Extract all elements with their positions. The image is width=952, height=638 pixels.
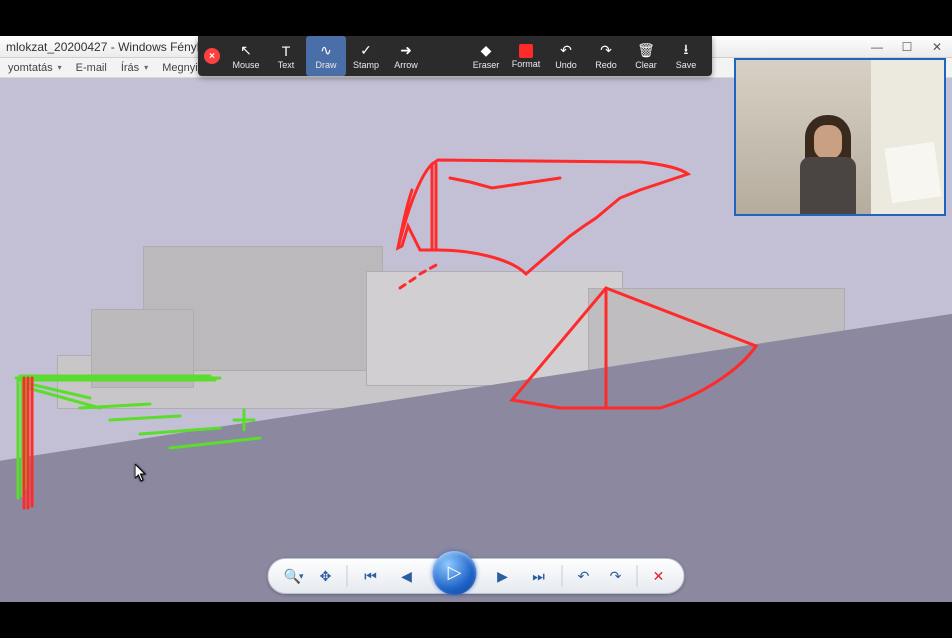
anno-clear-label: Clear xyxy=(635,60,657,70)
separator xyxy=(637,565,638,587)
annotation-close-button[interactable]: × xyxy=(204,48,220,64)
anno-clear-button[interactable]: 🗑Clear xyxy=(626,36,666,76)
prev-button[interactable]: ◀ xyxy=(394,565,420,587)
anno-redo-label: Redo xyxy=(595,60,617,70)
anno-undo-icon: ↶ xyxy=(558,43,574,59)
delete-button[interactable]: ✕ xyxy=(648,565,670,587)
separator xyxy=(347,565,348,587)
anno-stamp-icon: ✓ xyxy=(358,43,374,59)
anno-arrow-button[interactable]: ➜Arrow xyxy=(386,36,426,76)
fit-button[interactable]: ✥ xyxy=(315,565,337,587)
anno-text-label: Text xyxy=(278,60,295,70)
letterbox-bottom xyxy=(0,602,952,638)
anno-eraser-icon: ◆ xyxy=(478,43,494,59)
photo-viewer-controls: 🔍▾ ✥ ⏮ ◀ ▷ ▶ ⏭ ↶ ↷ ✕ xyxy=(268,558,685,594)
menu-write[interactable]: Írás xyxy=(121,62,148,74)
anno-text-button[interactable]: TText xyxy=(266,36,306,76)
anno-spot-button[interactable] xyxy=(426,36,466,76)
anno-redo-button[interactable]: ↷Redo xyxy=(586,36,626,76)
anno-spot-icon xyxy=(438,48,454,64)
close-button[interactable]: ✕ xyxy=(922,36,952,58)
first-button[interactable]: ⏮ xyxy=(358,565,384,587)
anno-save-icon: ⭳ xyxy=(678,43,694,59)
anno-arrow-icon: ➜ xyxy=(398,43,414,59)
annotation-toolbar: × ↖MouseTText∿Draw✓Stamp➜Arrow◆EraserFor… xyxy=(198,36,712,76)
letterbox-top xyxy=(0,0,952,36)
anno-format-label: Format xyxy=(512,59,541,69)
anno-draw-icon: ∿ xyxy=(318,43,334,59)
rotate-ccw-button[interactable]: ↶ xyxy=(573,565,595,587)
anno-stamp-label: Stamp xyxy=(353,60,379,70)
minimize-button[interactable]: — xyxy=(862,36,892,58)
webcam-video[interactable] xyxy=(734,58,946,216)
rotate-cw-button[interactable]: ↷ xyxy=(605,565,627,587)
anno-draw-label: Draw xyxy=(315,60,336,70)
webcam-person xyxy=(797,115,859,213)
anno-text-icon: T xyxy=(278,43,294,59)
anno-eraser-button[interactable]: ◆Eraser xyxy=(466,36,506,76)
anno-undo-label: Undo xyxy=(555,60,577,70)
anno-undo-button[interactable]: ↶Undo xyxy=(546,36,586,76)
last-button[interactable]: ⏭ xyxy=(526,565,552,587)
play-slideshow-button[interactable]: ▷ xyxy=(430,548,480,598)
maximize-button[interactable]: ☐ xyxy=(892,36,922,58)
anno-format-button[interactable]: Format xyxy=(506,36,546,76)
anno-redo-icon: ↷ xyxy=(598,43,614,59)
separator xyxy=(562,565,563,587)
anno-eraser-label: Eraser xyxy=(473,60,500,70)
anno-draw-button[interactable]: ∿Draw xyxy=(306,36,346,76)
anno-clear-icon: 🗑 xyxy=(638,43,654,59)
window-controls: — ☐ ✕ xyxy=(862,36,952,58)
anno-mouse-label: Mouse xyxy=(232,60,259,70)
menu-email[interactable]: E-mail xyxy=(76,62,107,74)
next-button[interactable]: ▶ xyxy=(490,565,516,587)
shared-screen: mlokzat_20200427 - Windows Fényképnézege… xyxy=(0,36,952,602)
anno-mouse-button[interactable]: ↖Mouse xyxy=(226,36,266,76)
anno-save-label: Save xyxy=(676,60,697,70)
anno-mouse-icon: ↖ xyxy=(238,43,254,59)
anno-stamp-button[interactable]: ✓Stamp xyxy=(346,36,386,76)
anno-arrow-label: Arrow xyxy=(394,60,418,70)
anno-format-icon xyxy=(519,44,533,58)
menu-print[interactable]: yomtatás xyxy=(8,62,62,74)
anno-save-button[interactable]: ⭳Save xyxy=(666,36,706,76)
zoom-button[interactable]: 🔍▾ xyxy=(283,565,305,587)
